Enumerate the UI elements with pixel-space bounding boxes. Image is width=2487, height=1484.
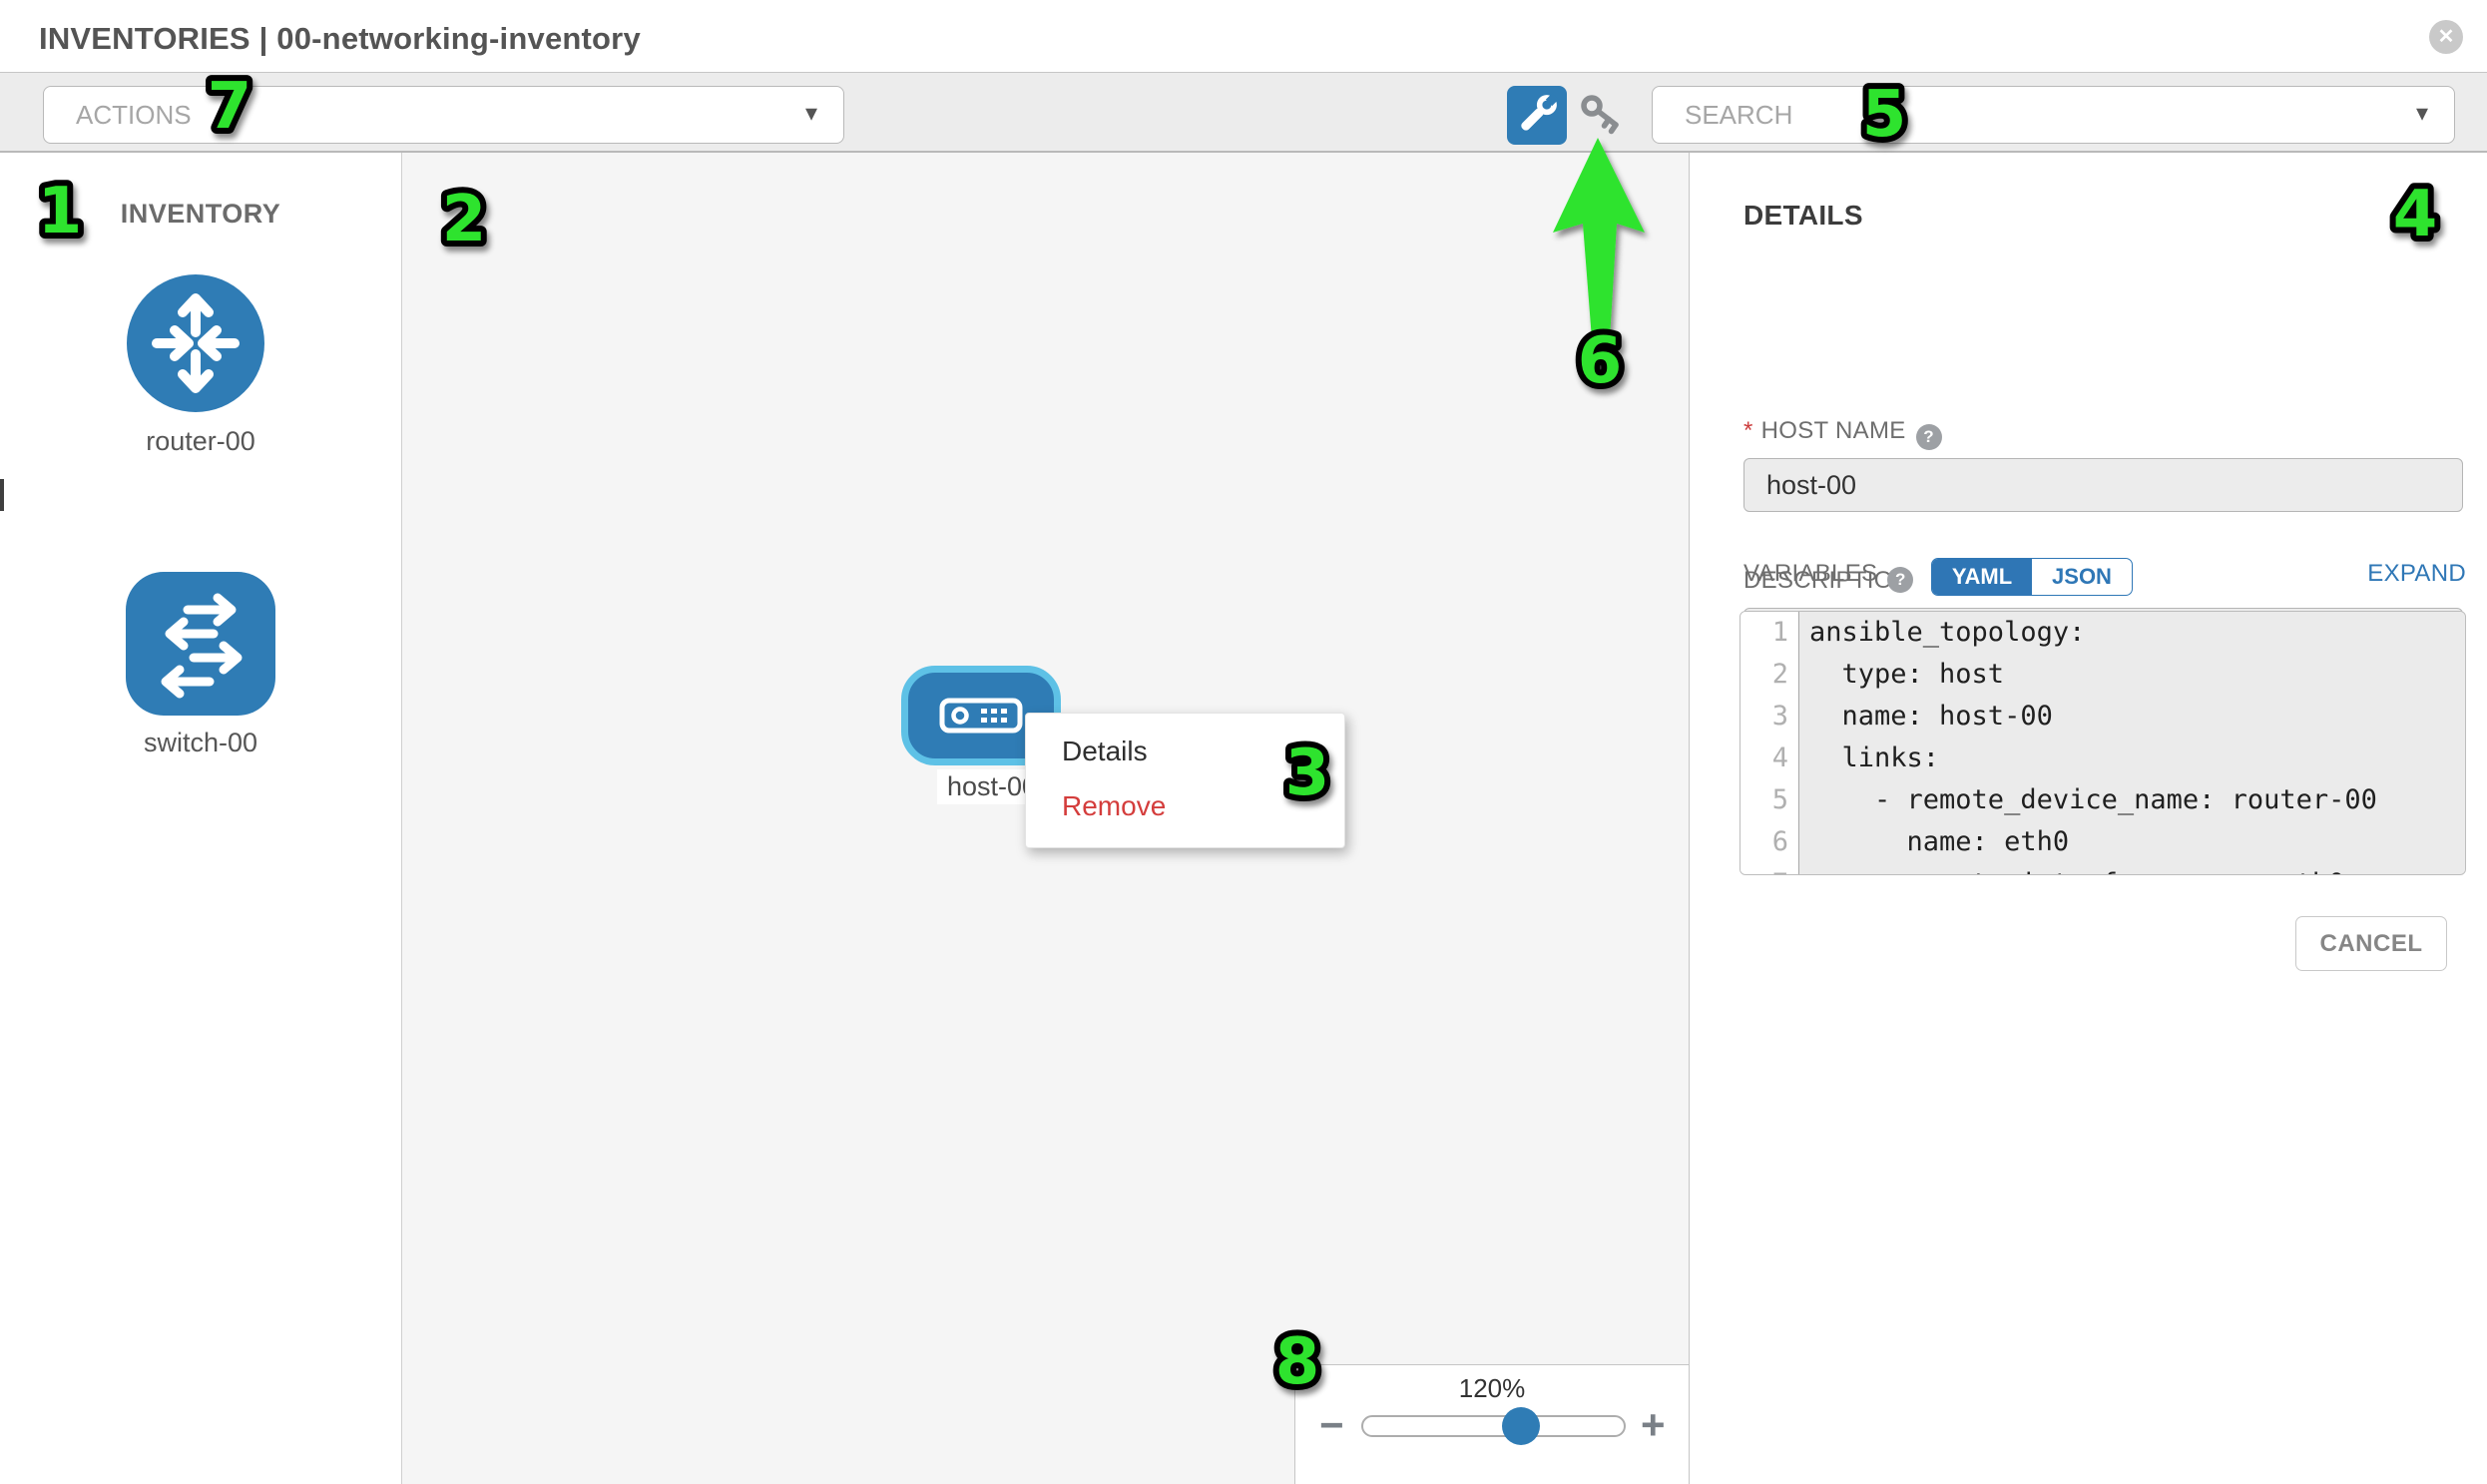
tab-yaml[interactable]: YAML <box>1932 559 2032 595</box>
search-dropdown[interactable]: SEARCH ▾ <box>1652 86 2455 144</box>
details-panel: DETAILS *HOST NAME? DESCRIPTION VARIABLE… <box>1690 153 2487 1484</box>
page-title: INVENTORIES | 00-networking-inventory <box>39 0 641 72</box>
tab-json[interactable]: JSON <box>2032 559 2132 595</box>
line-number: 6 <box>1741 821 1799 863</box>
wrench-icon <box>1507 86 1567 145</box>
zoom-in-button[interactable]: + <box>1641 1401 1666 1449</box>
code-row: 1ansible_topology: <box>1741 612 2465 654</box>
actions-dropdown[interactable]: ACTIONS ▾ <box>43 86 844 144</box>
code-text: name: host-00 <box>1799 696 2465 738</box>
code-row: 4 links: <box>1741 738 2465 779</box>
help-icon[interactable]: ? <box>1916 424 1942 450</box>
code-text: remote_interface_name: eth0 <box>1799 863 2465 875</box>
key-button[interactable] <box>1579 93 1625 139</box>
search-dropdown-label: SEARCH <box>1685 87 1792 143</box>
zoom-control: 120% − + <box>1294 1364 1690 1484</box>
line-number: 7 <box>1741 863 1799 875</box>
variables-row: VARIABLES? YAML JSON EXPAND <box>1690 552 2487 592</box>
expand-link[interactable]: EXPAND <box>2367 560 2466 588</box>
code-text: - remote_device_name: router-00 <box>1799 779 2465 821</box>
sidebar-item-switch[interactable] <box>126 572 275 716</box>
inventory-sidebar: INVENTORY router-00 <box>0 153 402 1484</box>
code-row: 3 name: host-00 <box>1741 696 2465 738</box>
code-text: name: eth0 <box>1799 821 2465 863</box>
code-row: 2 type: host <box>1741 654 2465 696</box>
line-number: 4 <box>1741 738 1799 779</box>
code-row: 6 name: eth0 <box>1741 821 2465 863</box>
header-bar: INVENTORIES | 00-networking-inventory ✕ <box>0 0 2487 72</box>
host-name-label-row: * HOST NAME? <box>1743 417 1942 450</box>
app-root: INVENTORIES | 00-networking-inventory ✕ … <box>0 0 2487 1484</box>
zoom-out-button[interactable]: − <box>1319 1401 1344 1449</box>
context-menu-item-details[interactable]: Details <box>1026 724 1344 778</box>
actions-dropdown-label: ACTIONS <box>76 87 192 143</box>
scrollbar-fragment[interactable] <box>0 479 4 511</box>
chevron-down-icon: ▾ <box>805 87 817 141</box>
cancel-button[interactable]: CANCEL <box>2295 916 2447 971</box>
sidebar-item-router-label: router-00 <box>31 426 370 457</box>
context-menu-item-remove[interactable]: Remove <box>1026 778 1344 833</box>
variables-code-editor[interactable]: 1ansible_topology: 2 type: host 3 name: … <box>1740 611 2466 875</box>
line-number: 2 <box>1741 654 1799 696</box>
code-row: 7 remote_interface_name: eth0 <box>1741 863 2465 875</box>
zoom-slider-track[interactable] <box>1361 1415 1626 1437</box>
key-icon <box>1579 93 1625 139</box>
toolbar: ACTIONS ▾ <box>0 72 2487 153</box>
close-icon[interactable]: ✕ <box>2429 20 2463 54</box>
code-text: ansible_topology: <box>1799 612 2465 654</box>
sidebar-item-router[interactable] <box>127 274 264 412</box>
inventory-title: INVENTORY <box>0 199 401 230</box>
host-name-field[interactable] <box>1743 458 2463 512</box>
context-menu: Details Remove <box>1025 713 1345 848</box>
sidebar-item-switch-label: switch-00 <box>31 728 370 758</box>
help-icon[interactable]: ? <box>1887 567 1913 593</box>
host-name-label: HOST NAME <box>1761 417 1906 444</box>
variables-label: VARIABLES? <box>1743 560 1913 593</box>
required-asterisk: * <box>1743 417 1753 444</box>
router-icon <box>127 274 264 412</box>
chevron-down-icon: ▾ <box>2416 87 2428 141</box>
switch-icon <box>126 572 275 716</box>
topology-canvas[interactable]: host-00 Details Remove 120% − + <box>402 153 1690 1484</box>
line-number: 3 <box>1741 696 1799 738</box>
zoom-level: 120% <box>1295 1373 1689 1404</box>
line-number: 5 <box>1741 779 1799 821</box>
variables-format-toggle: YAML JSON <box>1931 558 2133 596</box>
code-text: type: host <box>1799 654 2465 696</box>
zoom-slider-thumb[interactable] <box>1502 1407 1540 1445</box>
tools-button[interactable] <box>1507 86 1567 145</box>
details-panel-title: DETAILS <box>1743 200 1863 232</box>
code-row: 5 - remote_device_name: router-00 <box>1741 779 2465 821</box>
line-number: 1 <box>1741 612 1799 654</box>
code-text: links: <box>1799 738 2465 779</box>
